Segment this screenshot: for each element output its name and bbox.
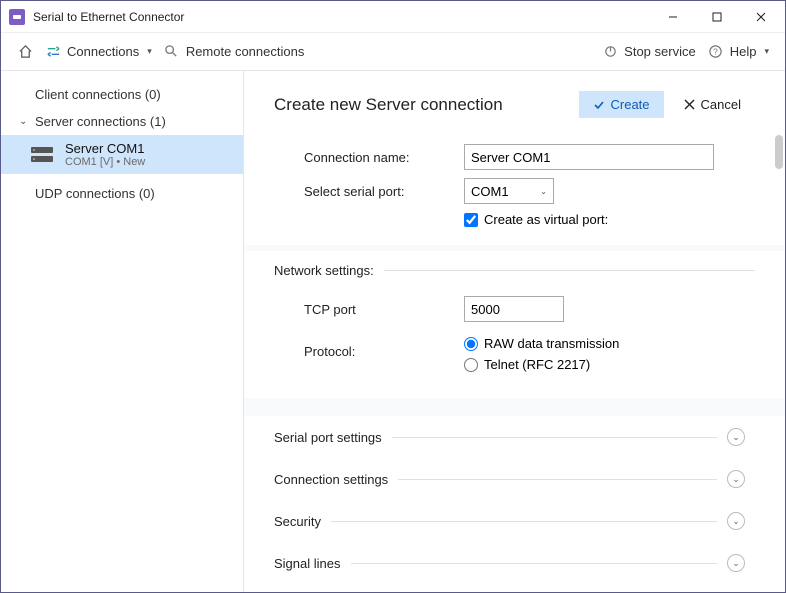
divider xyxy=(398,479,717,480)
virtual-port-checkbox[interactable] xyxy=(464,213,478,227)
scrollbar[interactable] xyxy=(773,71,785,592)
connections-menu[interactable]: Connections ▾ xyxy=(39,40,158,64)
protocol-raw-label: RAW data transmission xyxy=(484,336,619,351)
expander-security[interactable]: Security ⌄ xyxy=(244,500,785,542)
sidebar-item-server-com1[interactable]: Server COM1 COM1 [V] • New xyxy=(1,135,243,174)
check-icon xyxy=(593,99,605,111)
expander-label: Security xyxy=(274,514,321,529)
search-icon xyxy=(164,44,180,60)
chevron-down-icon: ⌄ xyxy=(727,428,745,446)
stop-service-button[interactable]: Stop service xyxy=(596,40,702,64)
scrollbar-thumb[interactable] xyxy=(775,135,783,169)
chevron-down-icon: ⌄ xyxy=(727,512,745,530)
expander-signal[interactable]: Signal lines ⌄ xyxy=(244,542,785,584)
server-label: Server connections (1) xyxy=(35,114,166,129)
divider xyxy=(351,563,718,564)
expander-connection[interactable]: Connection settings ⌄ xyxy=(244,458,785,500)
conn-item-name: Server COM1 xyxy=(65,141,145,156)
expander-label: Signal lines xyxy=(274,556,341,571)
stop-label: Stop service xyxy=(624,44,696,59)
conn-item-sub: COM1 [V] • New xyxy=(65,156,145,168)
divider xyxy=(392,437,717,438)
connections-label: Connections xyxy=(67,44,139,59)
help-menu[interactable]: ? Help ▾ xyxy=(702,40,775,64)
chevron-down-icon: ⌄ xyxy=(19,116,29,127)
expander-label: Serial port settings xyxy=(274,430,382,445)
cancel-button[interactable]: Cancel xyxy=(670,91,755,118)
conn-name-input[interactable] xyxy=(464,144,714,170)
sidebar: Client connections (0) ⌄ Server connecti… xyxy=(1,71,244,592)
svg-text:?: ? xyxy=(713,46,718,56)
conn-name-label: Connection name: xyxy=(274,150,464,165)
chevron-down-icon: ⌄ xyxy=(540,187,547,196)
chevron-down-icon: ⌄ xyxy=(727,470,745,488)
remote-label: Remote connections xyxy=(186,44,305,59)
create-button[interactable]: Create xyxy=(579,91,664,118)
sidebar-group-server[interactable]: ⌄ Server connections (1) xyxy=(1,108,243,135)
app-icon xyxy=(9,9,25,25)
select-port-label: Select serial port: xyxy=(274,184,464,199)
minimize-button[interactable] xyxy=(651,2,695,32)
protocol-telnet-radio[interactable] xyxy=(464,358,478,372)
home-button[interactable] xyxy=(11,40,39,64)
window-title: Serial to Ethernet Connector xyxy=(33,10,184,24)
expander-label: Connection settings xyxy=(274,472,388,487)
power-icon xyxy=(602,44,618,60)
protocol-telnet-label: Telnet (RFC 2217) xyxy=(484,357,590,372)
help-icon: ? xyxy=(708,44,724,60)
chevron-down-icon: ▾ xyxy=(764,46,769,57)
serial-port-select[interactable]: COM1 ⌄ xyxy=(464,178,554,204)
main-panel: Create new Server connection Create Canc… xyxy=(244,71,785,592)
page-title: Create new Server connection xyxy=(274,95,579,115)
divider xyxy=(384,270,755,271)
protocol-raw-radio[interactable] xyxy=(464,337,478,351)
serial-port-value: COM1 xyxy=(471,184,509,199)
create-label: Create xyxy=(611,97,650,112)
chevron-down-icon: ⌄ xyxy=(727,554,745,572)
home-icon xyxy=(17,44,33,60)
cancel-label: Cancel xyxy=(701,97,741,112)
toolbar: Connections ▾ Remote connections Stop se… xyxy=(1,33,785,71)
client-label: Client connections (0) xyxy=(35,87,161,102)
udp-label: UDP connections (0) xyxy=(35,186,155,201)
close-icon xyxy=(684,99,695,110)
virtual-port-label: Create as virtual port: xyxy=(484,212,608,227)
sidebar-group-client[interactable]: Client connections (0) xyxy=(1,81,243,108)
network-settings-heading: Network settings: xyxy=(274,263,374,278)
maximize-button[interactable] xyxy=(695,2,739,32)
tcp-port-input[interactable] xyxy=(464,296,564,322)
connections-icon xyxy=(45,44,61,60)
tcp-port-label: TCP port xyxy=(274,302,464,317)
help-label: Help xyxy=(730,44,757,59)
sidebar-group-udp[interactable]: UDP connections (0) xyxy=(1,180,243,207)
divider xyxy=(331,521,717,522)
titlebar: Serial to Ethernet Connector xyxy=(1,1,785,33)
remote-connections-button[interactable]: Remote connections xyxy=(158,40,311,64)
server-icon xyxy=(31,146,55,164)
chevron-down-icon: ▾ xyxy=(147,46,152,57)
expander-serial-port[interactable]: Serial port settings ⌄ xyxy=(244,416,785,458)
close-button[interactable] xyxy=(739,2,783,32)
protocol-label: Protocol: xyxy=(274,344,464,359)
